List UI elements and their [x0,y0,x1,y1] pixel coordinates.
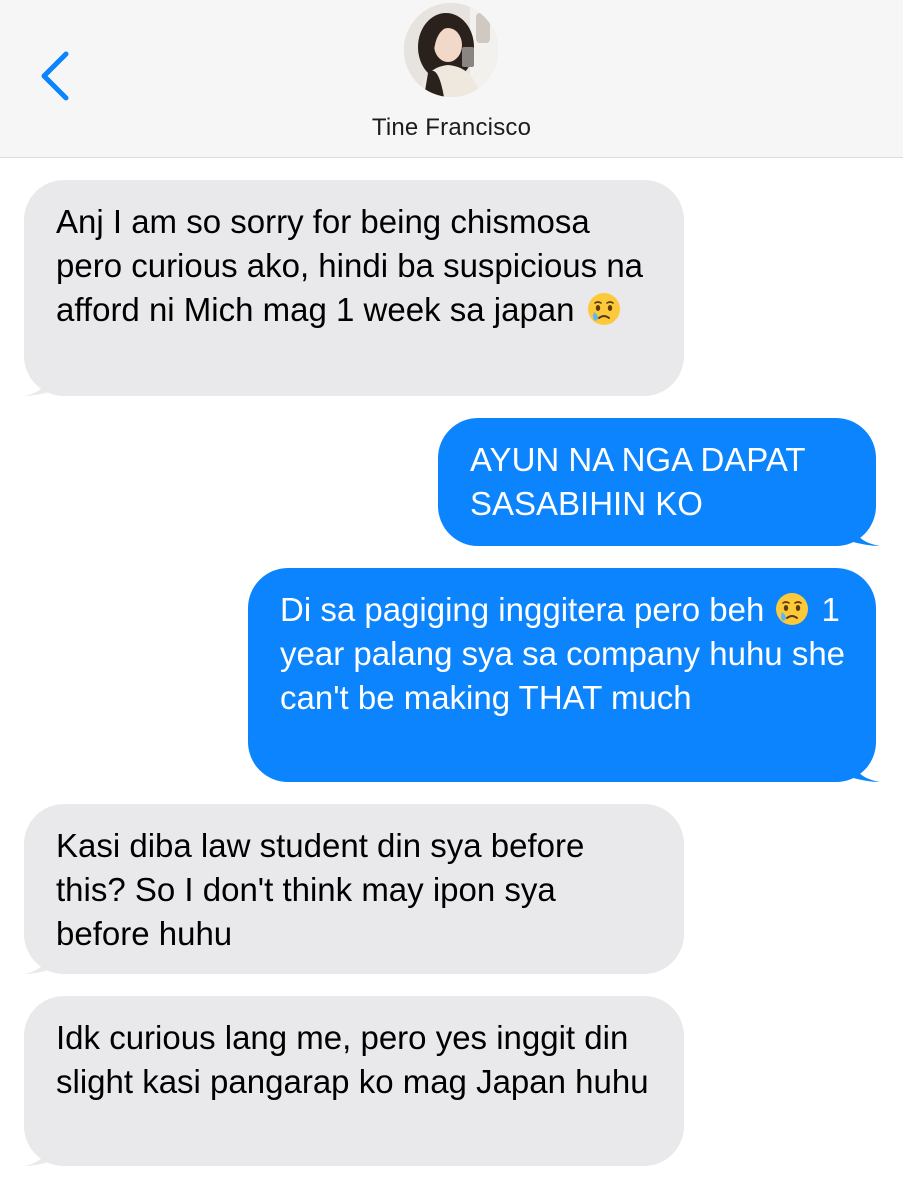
conversation-header: Tine Francisco [0,0,903,158]
message-text: Kasi diba law student din sya before thi… [56,827,585,952]
face-holding-back-tears-icon [775,593,808,625]
face-holding-back-tears-icon [587,293,620,325]
contact-avatar[interactable] [404,3,498,97]
bubble-tail [24,362,56,396]
incoming-message-bubble[interactable]: Idk curious lang me, pero yes inggit din… [24,996,684,1166]
contact-name[interactable]: Tine Francisco [0,114,903,142]
bubble-tail [24,940,56,974]
avatar-photo-icon [404,3,498,97]
message-text: Di sa pagiging inggitera pero beh [280,591,765,628]
message-text: Anj I am so sorry for being chismosa per… [56,203,644,328]
bubble-tail [846,748,880,782]
bubble-tail [24,1132,56,1166]
outgoing-message-bubble[interactable]: AYUN NA NGA DAPAT SASABIHIN KO [438,418,876,546]
message-text: AYUN NA NGA DAPAT SASABIHIN KO [470,441,805,522]
incoming-message-bubble[interactable]: Anj I am so sorry for being chismosa per… [24,180,684,396]
back-button[interactable] [30,46,80,106]
message-text: Idk curious lang me, pero yes inggit din… [56,1019,649,1100]
chevron-left-icon [41,51,69,101]
bubble-tail [846,512,880,546]
outgoing-message-bubble[interactable]: Di sa pagiging inggitera pero beh 1 year… [248,568,876,782]
incoming-message-bubble[interactable]: Kasi diba law student din sya before thi… [24,804,684,974]
